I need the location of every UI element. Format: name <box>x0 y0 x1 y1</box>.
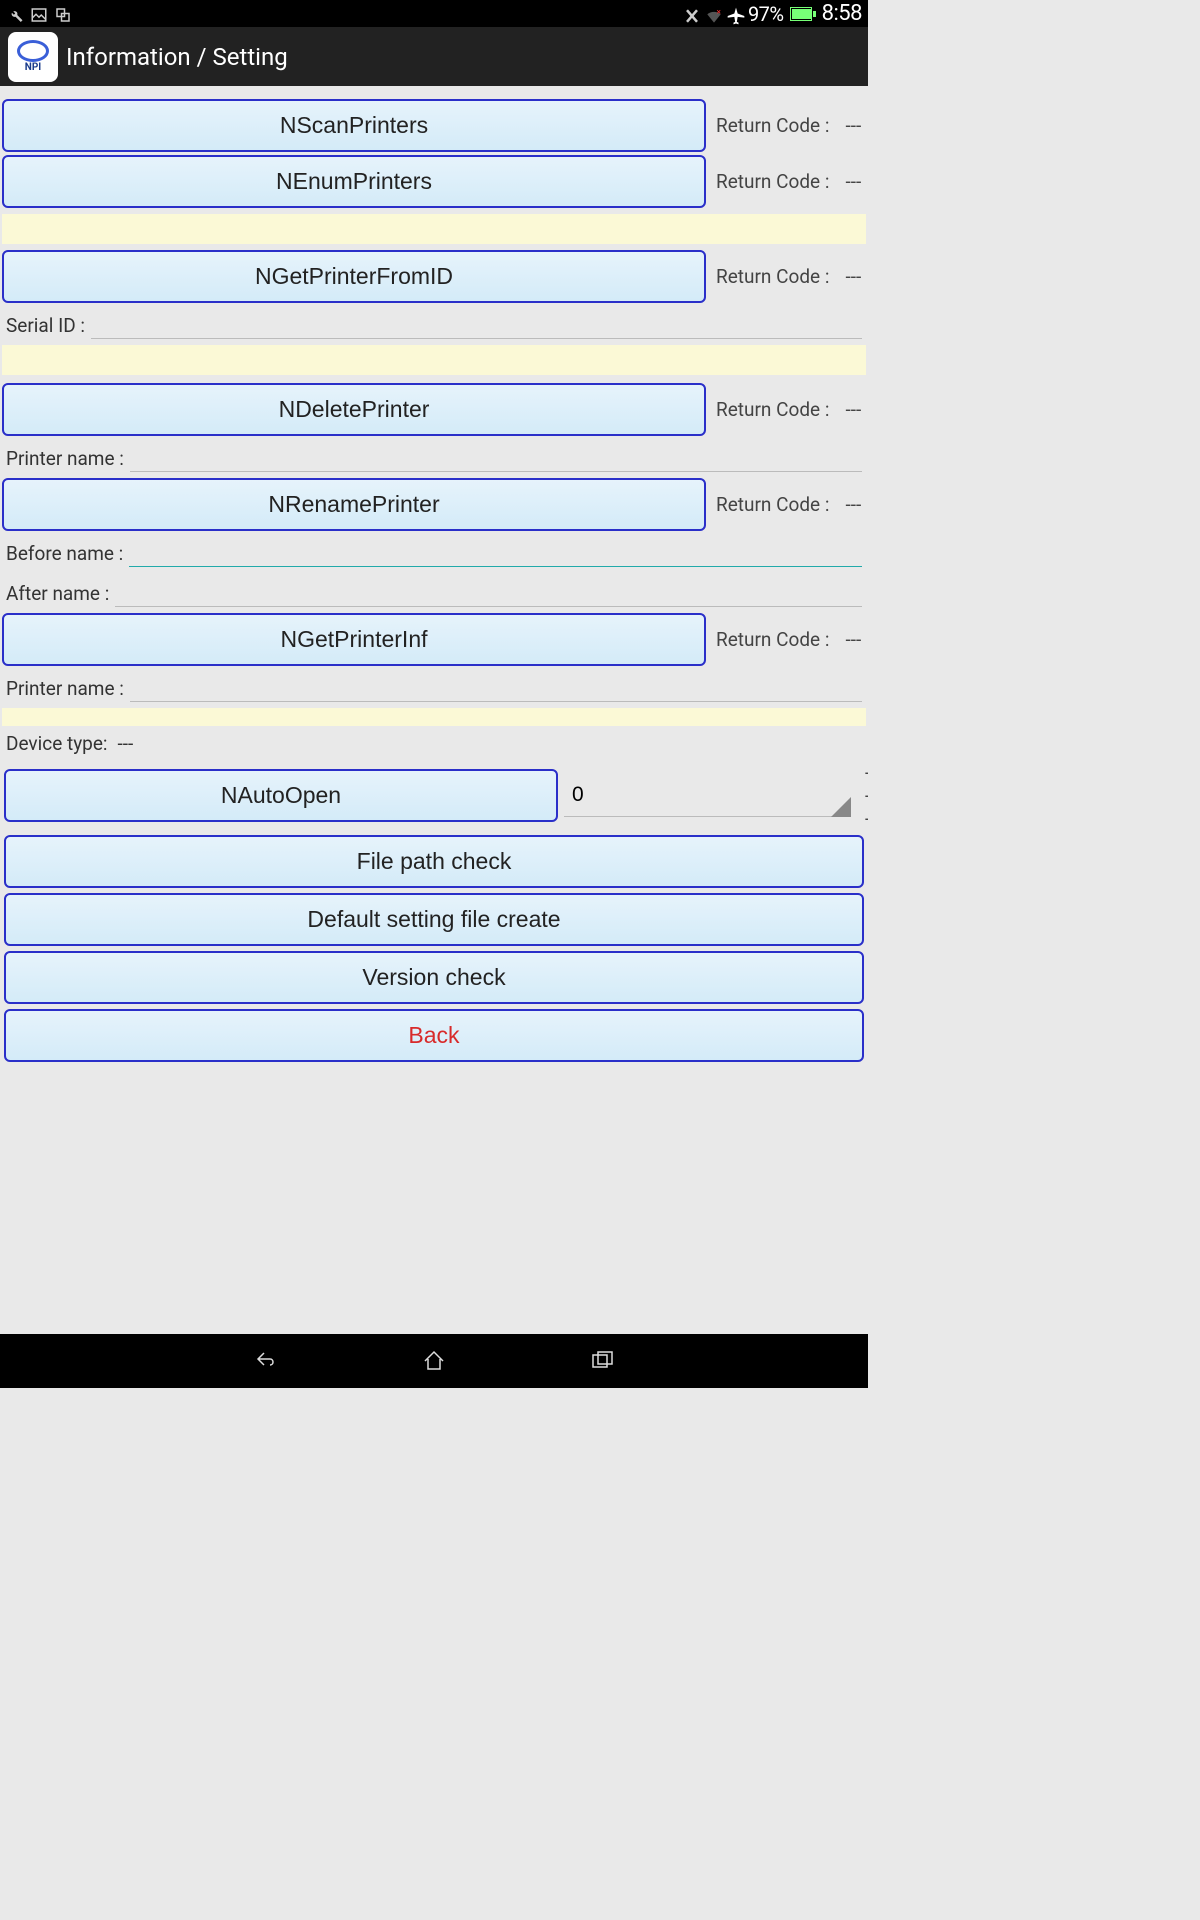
divider <box>2 214 866 244</box>
back-nav-icon[interactable] <box>252 1349 280 1373</box>
windows-icon <box>54 6 70 22</box>
version-check-button[interactable]: Version check <box>4 951 864 1004</box>
return-code-label: Return Code : <box>716 170 829 193</box>
svg-text:×: × <box>716 7 721 17</box>
return-code-label: Return Code : <box>716 628 829 651</box>
device-type-label: Device type: <box>6 732 108 755</box>
printer-name-input-2[interactable] <box>130 674 862 702</box>
auto-open-status: --- <box>865 761 868 830</box>
scan-printers-button[interactable]: NScanPrinters <box>2 99 706 152</box>
return-code-label: Return Code : <box>716 114 829 137</box>
battery-icon <box>790 7 812 21</box>
serial-id-label: Serial ID : <box>6 314 85 337</box>
return-code-label: Return Code : <box>716 265 829 288</box>
get-printer-inf-button[interactable]: NGetPrinterInf <box>2 613 706 666</box>
return-code-value: --- <box>845 398 861 421</box>
image-icon <box>30 6 46 22</box>
return-code-value: --- <box>845 493 861 516</box>
wrench-icon <box>6 6 22 22</box>
delete-printer-button[interactable]: NDeletePrinter <box>2 383 706 436</box>
app-icon: NPI <box>8 32 58 82</box>
printer-name-label: Printer name : <box>6 447 124 470</box>
get-printer-from-id-button[interactable]: NGetPrinterFromID <box>2 250 706 303</box>
return-code-label: Return Code : <box>716 398 829 421</box>
after-name-input[interactable] <box>115 579 862 607</box>
return-code-value: --- <box>845 170 861 193</box>
file-path-check-button[interactable]: File path check <box>4 835 864 888</box>
default-setting-create-button[interactable]: Default setting file create <box>4 893 864 946</box>
device-type-value: --- <box>118 732 134 755</box>
before-name-input[interactable] <box>129 539 862 567</box>
return-code-value: --- <box>845 265 861 288</box>
auto-open-button[interactable]: NAutoOpen <box>4 769 558 822</box>
divider <box>2 708 866 726</box>
wifi-icon: × <box>704 6 720 22</box>
return-code-label: Return Code : <box>716 493 829 516</box>
page-title: Information / Setting <box>66 43 288 71</box>
status-bar: × 97% 8:58 <box>0 0 868 27</box>
enum-printers-button[interactable]: NEnumPrinters <box>2 155 706 208</box>
return-code-value: --- <box>845 114 861 137</box>
rename-printer-button[interactable]: NRenamePrinter <box>2 478 706 531</box>
home-nav-icon[interactable] <box>420 1349 448 1373</box>
serial-id-input[interactable] <box>91 311 862 339</box>
vibrate-icon <box>682 6 698 22</box>
divider <box>2 345 866 375</box>
before-name-label: Before name : <box>6 542 123 565</box>
printer-name-input[interactable] <box>130 444 862 472</box>
recent-nav-icon[interactable] <box>588 1349 616 1373</box>
auto-open-spinner[interactable] <box>564 775 851 817</box>
return-code-value: --- <box>845 628 861 651</box>
back-button[interactable]: Back <box>4 1009 864 1062</box>
nav-bar <box>0 1334 868 1388</box>
battery-percent: 97% <box>748 2 784 26</box>
app-bar: NPI Information / Setting <box>0 27 868 86</box>
app-icon-label: NPI <box>25 63 41 73</box>
printer-name-label: Printer name : <box>6 677 124 700</box>
clock: 8:58 <box>822 1 862 26</box>
after-name-label: After name : <box>6 582 109 605</box>
airplane-icon <box>726 6 742 22</box>
